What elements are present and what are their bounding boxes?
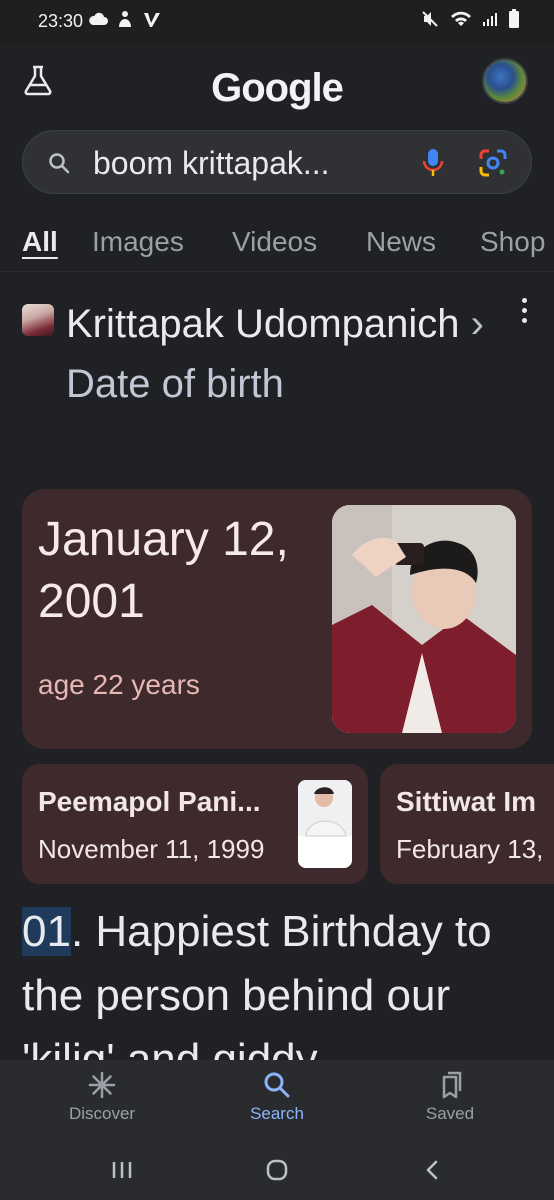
google-lens-icon[interactable] (477, 147, 509, 179)
bookmarks-icon (442, 1071, 462, 1099)
related-person-photo (298, 780, 352, 868)
related-person-card[interactable]: Peemapol Pani... November 11, 1999 (22, 764, 368, 884)
more-options-button[interactable] (510, 292, 538, 328)
signal-icon (483, 13, 497, 26)
age-text: age 22 years (38, 669, 200, 700)
v-logo-icon (144, 13, 160, 27)
related-person-name: Sittiwat Im (396, 786, 537, 817)
tab-videos[interactable]: Videos (232, 226, 317, 258)
status-time: 23:30 (38, 11, 84, 31)
battery-icon (509, 9, 519, 28)
account-avatar[interactable] (482, 58, 528, 104)
entity-name[interactable]: Krittapak Udompanich (66, 302, 460, 346)
tab-all[interactable]: All (22, 226, 58, 258)
search-bar[interactable]: boom krittapak... (22, 130, 532, 194)
related-portrait (298, 780, 352, 868)
google-logo[interactable]: Google (0, 66, 554, 111)
result-snippet[interactable]: 01. Happiest Birthday to the person behi… (22, 900, 532, 1060)
portrait-illustration (332, 505, 516, 733)
tab-shopping[interactable]: Shop (480, 226, 545, 258)
search-icon (264, 1072, 290, 1098)
bottom-navigation: Discover Search Saved (0, 1060, 554, 1140)
related-person-name: Peemapol Pani... (38, 786, 261, 817)
app-notification-icon (119, 11, 131, 27)
microphone-icon[interactable] (421, 147, 445, 179)
snippet-highlight: 01 (22, 907, 71, 956)
nav-discover-label: Discover (68, 1104, 136, 1123)
snippet-text: . Happiest Birthday to the person behind… (22, 907, 492, 1060)
home-icon (266, 1159, 288, 1181)
more-dot (521, 307, 527, 313)
recent-apps-icon (112, 1162, 132, 1178)
entity-breadcrumb: Krittapak Udompanich › Date of birth (66, 294, 506, 414)
search-icon (49, 153, 70, 174)
back-chevron-icon (426, 1160, 438, 1180)
related-person-card[interactable]: Sittiwat Im February 13, (380, 764, 554, 884)
birth-date-line2: 2001 (38, 575, 145, 628)
status-bar: 23:30 (0, 0, 554, 44)
person-photo[interactable] (332, 505, 516, 733)
status-system-icons (420, 9, 520, 29)
mute-icon (422, 11, 438, 27)
birth-date: January 12, 2001 (38, 509, 328, 633)
system-navigation-bar (0, 1140, 554, 1200)
home-button[interactable] (257, 1154, 297, 1186)
answer-card[interactable]: January 12, 2001 age 22 years (22, 489, 532, 749)
entity-thumbnail[interactable] (22, 304, 54, 336)
recent-apps-button[interactable] (102, 1154, 142, 1186)
breadcrumb-separator: › (470, 302, 484, 346)
nav-search[interactable]: Search (217, 1070, 337, 1124)
more-dot (521, 317, 527, 323)
birth-date-line1: January 12, (38, 513, 289, 566)
search-input[interactable]: boom krittapak... (93, 145, 330, 182)
search-header: Google boom krittapak... (0, 44, 554, 206)
more-dot (521, 297, 527, 303)
asterisk-icon (88, 1071, 116, 1099)
nav-saved[interactable]: Saved (390, 1070, 510, 1124)
related-person-date: November 11, 1999 (38, 834, 265, 864)
tab-news[interactable]: News (366, 226, 436, 258)
related-person-date: February 13, (396, 834, 544, 864)
nav-discover[interactable]: Discover (42, 1070, 162, 1124)
nav-search-label: Search (250, 1104, 304, 1123)
search-tabs: All Images Videos News Shop (0, 206, 554, 272)
cloud-icon (89, 12, 108, 25)
results-area: Krittapak Udompanich › Date of birth Jan… (0, 272, 554, 1060)
nav-saved-label: Saved (425, 1104, 475, 1123)
status-notification-icons (88, 9, 162, 29)
entity-attribute: Date of birth (66, 362, 284, 406)
tab-images[interactable]: Images (92, 226, 184, 258)
back-button[interactable] (412, 1154, 452, 1186)
wifi-icon (451, 11, 471, 26)
